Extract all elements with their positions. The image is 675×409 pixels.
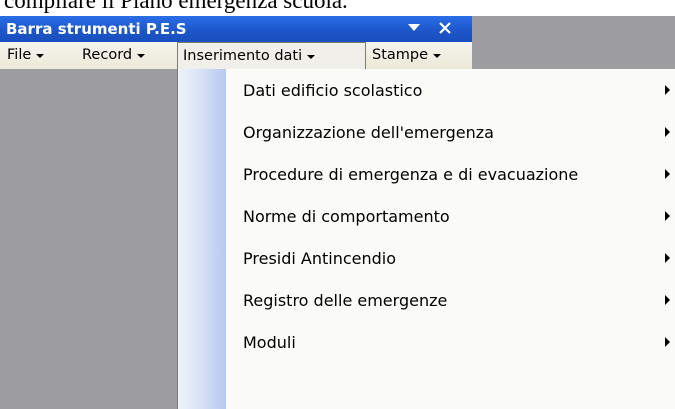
close-icon[interactable]	[436, 19, 454, 37]
menu-item-norme-comportamento[interactable]: Norme di comportamento	[226, 195, 675, 237]
menu-stampe-label: Stampe	[372, 47, 429, 63]
chevron-down-icon	[307, 55, 316, 59]
toolbar-options-dropdown-icon[interactable]	[406, 20, 422, 36]
menu-item-label: Registro delle emergenze	[243, 290, 448, 310]
menu-item-label: Presidi Antincendio	[243, 248, 397, 268]
menu-item-presidi-antincendio[interactable]: Presidi Antincendio	[226, 237, 675, 279]
submenu-arrow-icon	[665, 169, 670, 179]
submenu-arrow-icon	[665, 211, 670, 221]
background-panel	[0, 69, 177, 409]
menu-item-organizzazione-emergenza[interactable]: Organizzazione dell'emergenza	[226, 111, 675, 153]
menu-item-label: Procedure di emergenza e di evacuazione	[243, 164, 579, 184]
window-title: Barra strumenti P.E.S	[6, 20, 187, 38]
menu-icon-gutter	[178, 69, 226, 409]
menu-file[interactable]: File	[2, 43, 49, 67]
title-bar[interactable]: Barra strumenti P.E.S	[0, 16, 472, 42]
document-text-fragment: compilare il Piano emergenza scuola.	[0, 0, 675, 16]
document-text: compilare il Piano emergenza scuola.	[4, 0, 348, 13]
menu-inserimento-dati-label: Inserimento dati	[183, 48, 303, 64]
menu-item-procedure-emergenza-evacuazione[interactable]: Procedure di emergenza e di evacuazione	[226, 153, 675, 195]
submenu-arrow-icon	[665, 337, 670, 347]
inserimento-dati-dropdown-menu: Dati edificio scolastico Organizzazione …	[177, 69, 675, 409]
menu-item-label: Dati edificio scolastico	[243, 80, 423, 100]
menu-file-label: File	[7, 47, 32, 63]
submenu-arrow-icon	[665, 253, 670, 263]
menu-record[interactable]: Record	[77, 43, 150, 67]
menu-item-label: Organizzazione dell'emergenza	[243, 122, 494, 142]
menu-inserimento-dati[interactable]: Inserimento dati	[177, 42, 366, 69]
menu-item-dati-edificio-scolastico[interactable]: Dati edificio scolastico	[226, 69, 675, 111]
menu-item-label: Norme di comportamento	[243, 206, 450, 226]
menu-bar: File Record Inserimento dati Stampe	[0, 42, 472, 70]
submenu-arrow-icon	[665, 295, 670, 305]
submenu-arrow-icon	[665, 127, 670, 137]
chevron-down-icon	[137, 54, 146, 58]
chevron-down-icon	[433, 54, 442, 58]
menu-record-label: Record	[82, 47, 133, 63]
chevron-down-icon	[36, 54, 45, 58]
menu-item-registro-emergenze[interactable]: Registro delle emergenze	[226, 279, 675, 321]
menu-item-label: Moduli	[243, 332, 296, 352]
menu-stampe[interactable]: Stampe	[367, 43, 446, 67]
toolbar-window: Barra strumenti P.E.S File Record Inseri…	[0, 16, 472, 70]
submenu-arrow-icon	[665, 85, 670, 95]
menu-item-moduli[interactable]: Moduli	[226, 321, 675, 363]
